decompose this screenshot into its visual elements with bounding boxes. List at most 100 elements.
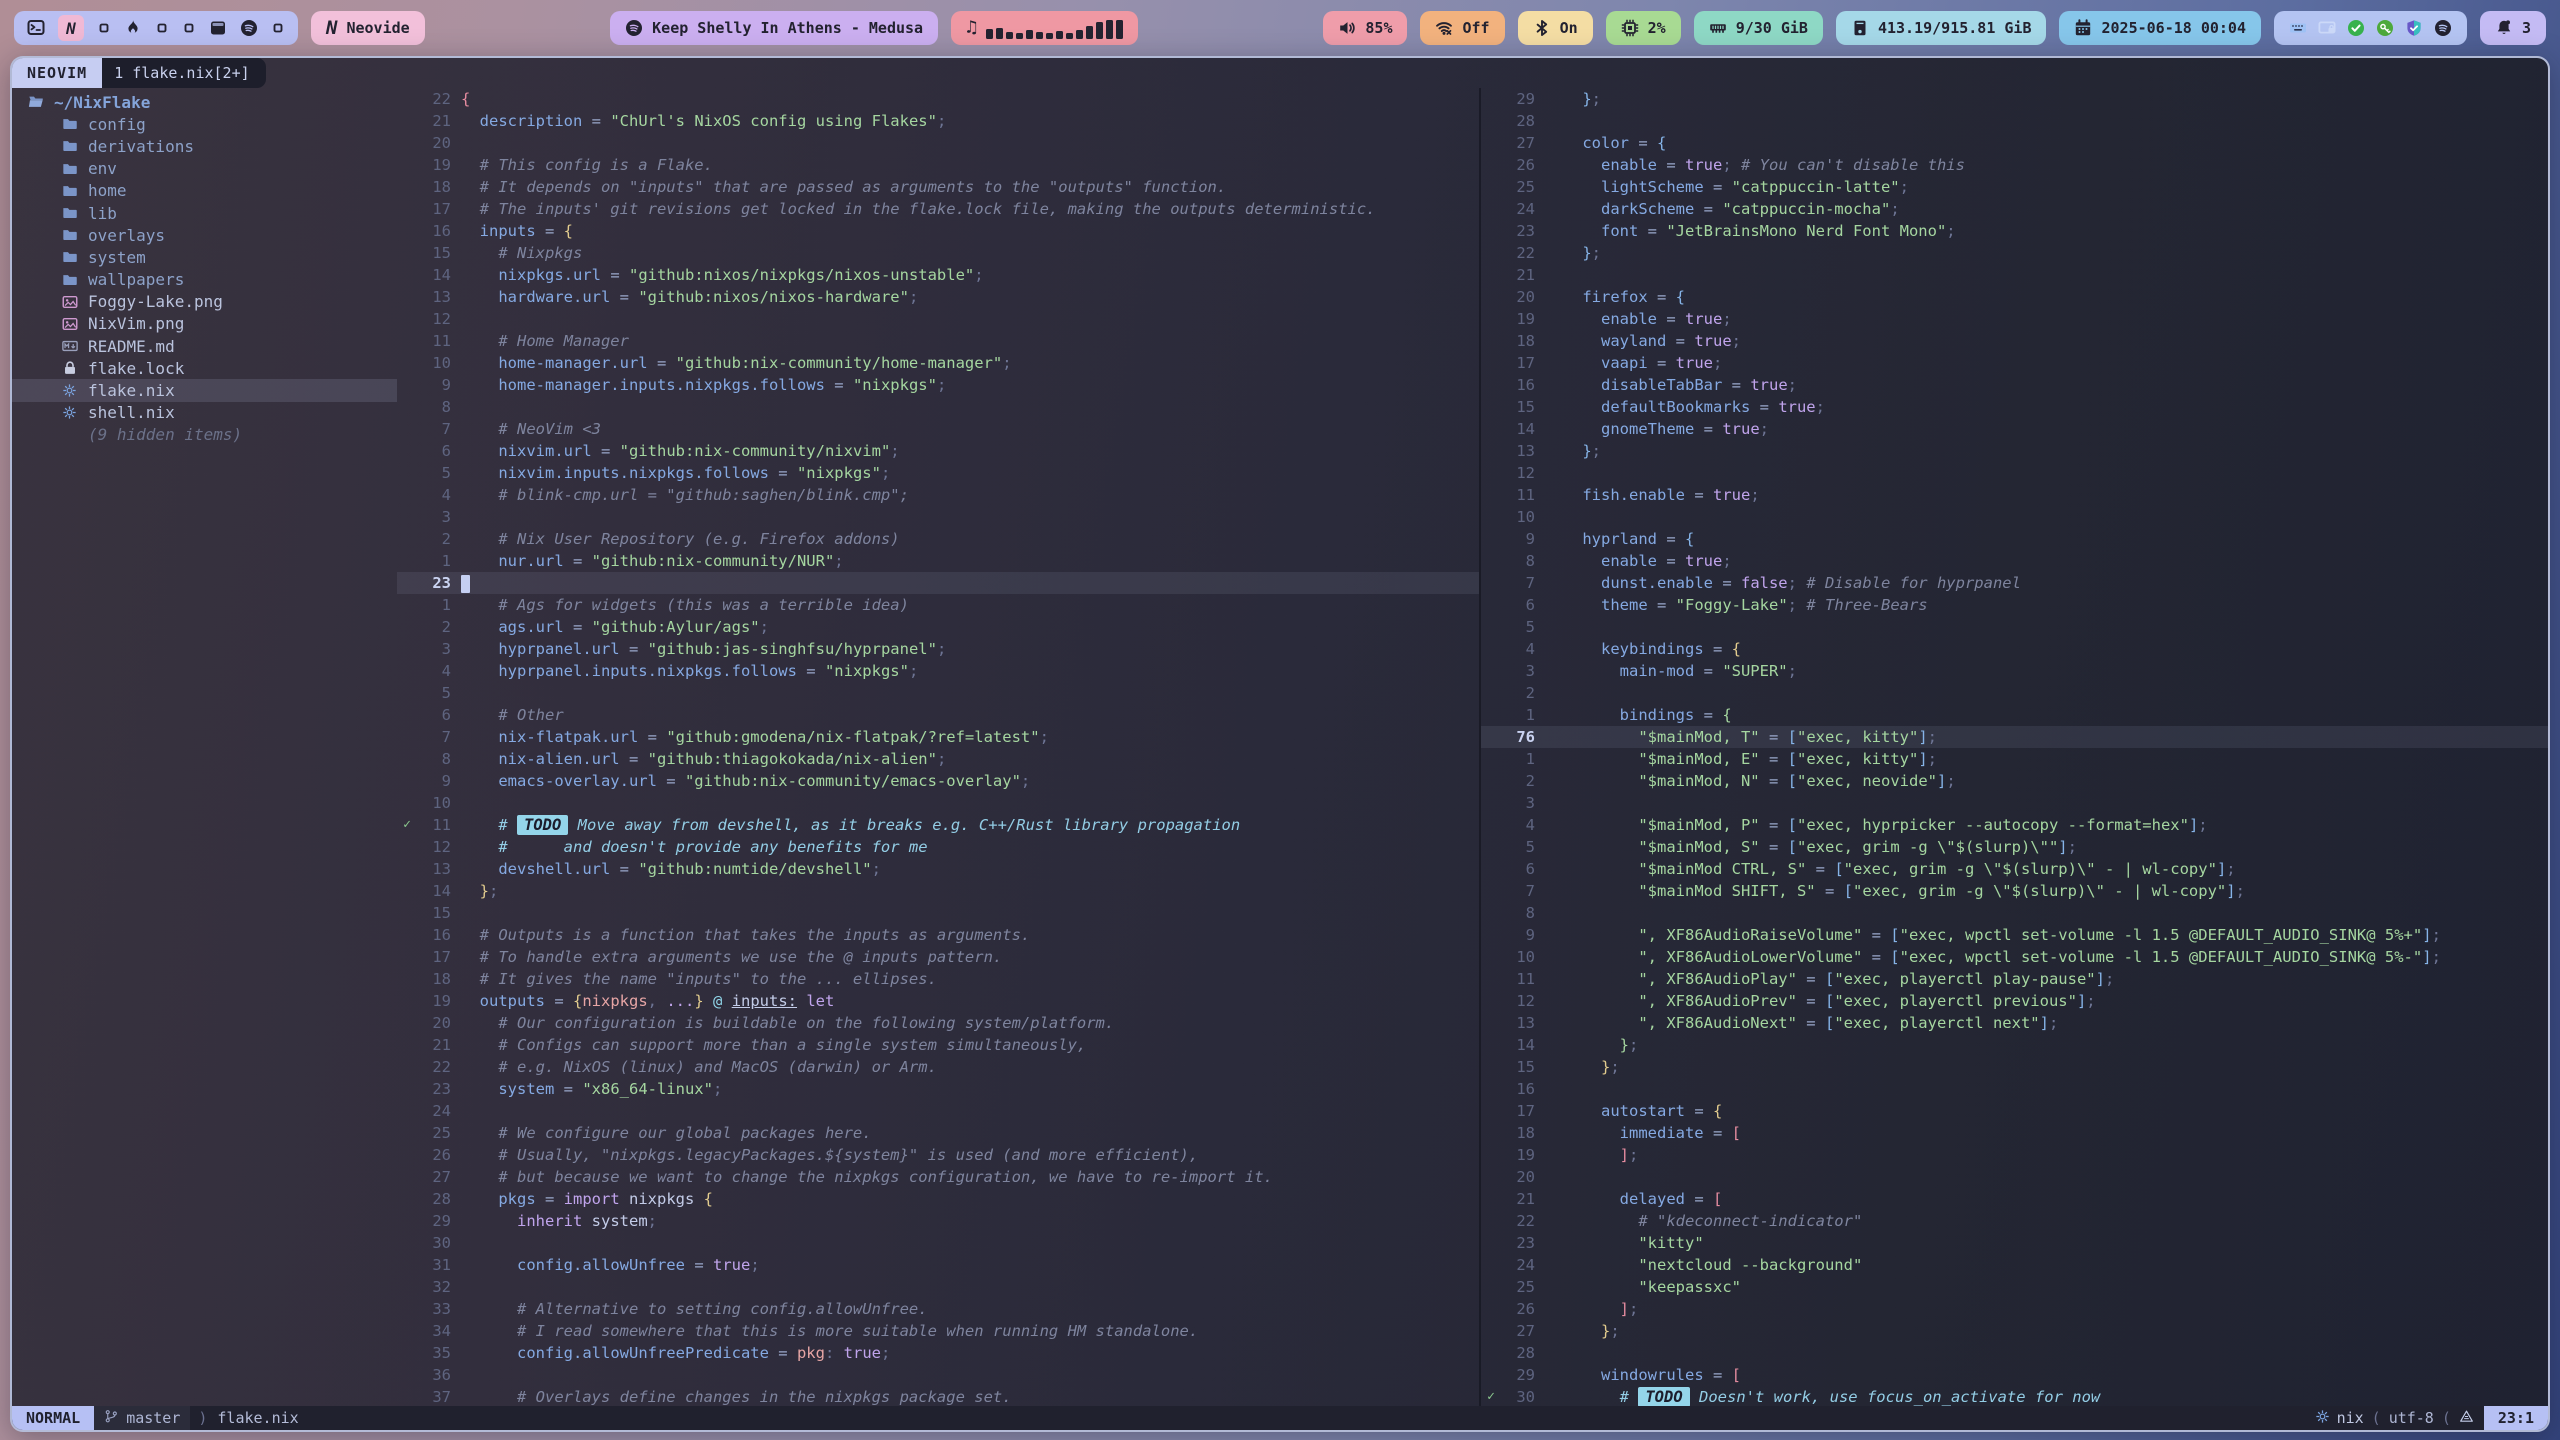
code-line[interactable]: 4 hyprpanel.inputs.nixpkgs.follows = "ni… xyxy=(397,660,1479,682)
tree-item-nixvim.png[interactable]: NixVim.png xyxy=(12,313,397,335)
code-line[interactable]: 1 bindings = { xyxy=(1481,704,2548,726)
code-line[interactable]: 5 xyxy=(397,682,1479,704)
tree-item-readme.md[interactable]: README.md xyxy=(12,335,397,357)
tree-item-env[interactable]: env xyxy=(12,158,397,180)
code-line[interactable]: 25 "keepassxc" xyxy=(1481,1276,2548,1298)
code-line[interactable]: 6 "$mainMod CTRL, S" = ["exec, grim -g \… xyxy=(1481,858,2548,880)
code-line[interactable]: 9 home-manager.inputs.nixpkgs.follows = … xyxy=(397,374,1479,396)
code-line[interactable]: 15 }; xyxy=(1481,1056,2548,1078)
code-line[interactable]: 6 nixvim.url = "github:nix-community/nix… xyxy=(397,440,1479,462)
volume-widget[interactable]: 85% xyxy=(1323,11,1407,45)
code-line[interactable]: 8 xyxy=(397,396,1479,418)
code-line[interactable]: 21 delayed = [ xyxy=(1481,1188,2548,1210)
code-line[interactable]: 18 # It gives the name "inputs" to the .… xyxy=(397,968,1479,990)
code-line[interactable]: 14 }; xyxy=(397,880,1479,902)
disk-widget[interactable]: 413.19/915.81 GiB xyxy=(1836,11,2047,45)
code-line[interactable]: 29 windowrules = [ xyxy=(1481,1364,2548,1386)
empty-workspace[interactable] xyxy=(97,21,111,35)
code-line[interactable]: 3 hyprpanel.url = "github:jas-singhfsu/h… xyxy=(397,638,1479,660)
code-line[interactable]: 22 # e.g. NixOS (linux) and MacOS (darwi… xyxy=(397,1056,1479,1078)
tree-item-home[interactable]: home xyxy=(12,180,397,202)
code-line[interactable]: 13 devshell.url = "github:numtide/devshe… xyxy=(397,858,1479,880)
buffer-tab[interactable]: 1 flake.nix[2+] xyxy=(102,58,265,88)
empty-workspace[interactable] xyxy=(155,21,169,35)
code-line[interactable]: 13 }; xyxy=(1481,440,2548,462)
editor-pane-right[interactable]: 29 };2827 color = {26 enable = true; # Y… xyxy=(1481,88,2548,1406)
code-line[interactable]: 23 "kitty" xyxy=(1481,1232,2548,1254)
code-line[interactable]: 20 xyxy=(1481,1166,2548,1188)
code-line[interactable]: 19 enable = true; xyxy=(1481,308,2548,330)
active-app-widget[interactable]: N Neovide xyxy=(311,11,425,45)
code-line[interactable]: 5 "$mainMod, S" = ["exec, grim -g \"$(sl… xyxy=(1481,836,2548,858)
code-line[interactable]: 3 xyxy=(397,506,1479,528)
code-line[interactable]: 28 xyxy=(1481,1342,2548,1364)
code-line[interactable]: 6 theme = "Foggy-Lake"; # Three-Bears xyxy=(1481,594,2548,616)
code-line[interactable]: 17 vaapi = true; xyxy=(1481,352,2548,374)
code-line[interactable]: 1 # Ags for widgets (this was a terrible… xyxy=(397,594,1479,616)
code-line[interactable]: 14 nixpkgs.url = "github:nixos/nixpkgs/n… xyxy=(397,264,1479,286)
code-line[interactable]: 10 ", XF86AudioLowerVolume" = ["exec, wp… xyxy=(1481,946,2548,968)
code-line[interactable]: 13 hardware.url = "github:nixos/nixos-ha… xyxy=(397,286,1479,308)
code-line[interactable]: 9 ", XF86AudioRaiseVolume" = ["exec, wpc… xyxy=(1481,924,2548,946)
tree-item-~-nixflake[interactable]: ~/NixFlake xyxy=(12,91,397,113)
code-line[interactable]: 21 xyxy=(1481,264,2548,286)
code-line[interactable]: 14 }; xyxy=(1481,1034,2548,1056)
kitty-icon[interactable] xyxy=(209,19,227,37)
code-line[interactable]: 8 enable = true; xyxy=(1481,550,2548,572)
code-line[interactable]: 35 config.allowUnfreePredicate = pkg: tr… xyxy=(397,1342,1479,1364)
code-line[interactable]: 19 outputs = {nixpkgs, ...} @ inputs: le… xyxy=(397,990,1479,1012)
tree-item--9-hidden-items-[interactable]: (9 hidden items) xyxy=(12,424,397,446)
code-line[interactable]: 6 # Other xyxy=(397,704,1479,726)
code-line[interactable]: 4 "$mainMod, P" = ["exec, hyprpicker --a… xyxy=(1481,814,2548,836)
code-line[interactable]: 34 # I read somewhere that this is more … xyxy=(397,1320,1479,1342)
code-line[interactable]: 3 xyxy=(1481,792,2548,814)
neovide-workspace-icon[interactable]: N xyxy=(58,15,84,41)
code-line[interactable]: 24 "nextcloud --background" xyxy=(1481,1254,2548,1276)
code-line[interactable]: 19 ]; xyxy=(1481,1144,2548,1166)
code-line[interactable]: 28 pkgs = import nixpkgs { xyxy=(397,1188,1479,1210)
code-line[interactable]: 18 wayland = true; xyxy=(1481,330,2548,352)
code-line[interactable]: 7 dunst.enable = false; # Disable for hy… xyxy=(1481,572,2548,594)
workspace-switcher[interactable]: N xyxy=(14,11,298,45)
code-line[interactable]: 19 # This config is a Flake. xyxy=(397,154,1479,176)
code-line[interactable]: 27 # but because we want to change the n… xyxy=(397,1166,1479,1188)
cpu-widget[interactable]: 2% xyxy=(1606,11,1681,45)
tree-item-flake.nix[interactable]: flake.nix xyxy=(12,379,397,401)
code-line[interactable]: 10 xyxy=(1481,506,2548,528)
tree-item-system[interactable]: system xyxy=(12,246,397,268)
tree-item-foggy-lake.png[interactable]: Foggy-Lake.png xyxy=(12,291,397,313)
code-line[interactable]: 28 xyxy=(1481,110,2548,132)
notifications-widget[interactable]: 3 xyxy=(2480,11,2546,45)
code-line[interactable]: 21 # Configs can support more than a sin… xyxy=(397,1034,1479,1056)
code-line[interactable]: 7 nix-flatpak.url = "github:gmodena/nix-… xyxy=(397,726,1479,748)
code-line[interactable]: 26 ]; xyxy=(1481,1298,2548,1320)
code-line[interactable]: 12 xyxy=(397,308,1479,330)
code-line[interactable]: 5 xyxy=(1481,616,2548,638)
code-line[interactable]: 16 disableTabBar = true; xyxy=(1481,374,2548,396)
code-line[interactable]: 33 # Alternative to setting config.allow… xyxy=(397,1298,1479,1320)
tree-item-overlays[interactable]: overlays xyxy=(12,224,397,246)
code-line[interactable]: 25 lightScheme = "catppuccin-latte"; xyxy=(1481,176,2548,198)
code-line[interactable]: 10 home-manager.url = "github:nix-commun… xyxy=(397,352,1479,374)
code-line[interactable]: 22 # "kdeconnect-indicator" xyxy=(1481,1210,2548,1232)
code-line[interactable]: 7 "$mainMod SHIFT, S" = ["exec, grim -g … xyxy=(1481,880,2548,902)
code-line[interactable]: 17 autostart = { xyxy=(1481,1100,2548,1122)
flame-icon[interactable] xyxy=(124,19,142,37)
code-line[interactable]: 16 xyxy=(1481,1078,2548,1100)
memory-widget[interactable]: 9/30 GiB xyxy=(1694,11,1823,45)
code-line[interactable]: 8 xyxy=(1481,902,2548,924)
terminal-icon[interactable] xyxy=(27,19,45,37)
empty-workspace[interactable] xyxy=(182,21,196,35)
empty-workspace[interactable] xyxy=(271,21,285,35)
code-line[interactable]: 23 system = "x86_64-linux"; xyxy=(397,1078,1479,1100)
git-section[interactable]: master xyxy=(94,1406,190,1430)
code-line[interactable]: 15 # Nixpkgs xyxy=(397,242,1479,264)
code-line[interactable]: 22 }; xyxy=(1481,242,2548,264)
code-line[interactable]: 29 }; xyxy=(1481,88,2548,110)
shield-icon[interactable] xyxy=(2405,19,2423,37)
tree-item-shell.nix[interactable]: shell.nix xyxy=(12,402,397,424)
code-line[interactable]: 9 emacs-overlay.url = "github:nix-commun… xyxy=(397,770,1479,792)
code-line[interactable]: 23 xyxy=(397,572,1479,594)
spotify-icon[interactable] xyxy=(240,19,258,37)
code-line[interactable]: 2 "$mainMod, N" = ["exec, neovide"]; xyxy=(1481,770,2548,792)
